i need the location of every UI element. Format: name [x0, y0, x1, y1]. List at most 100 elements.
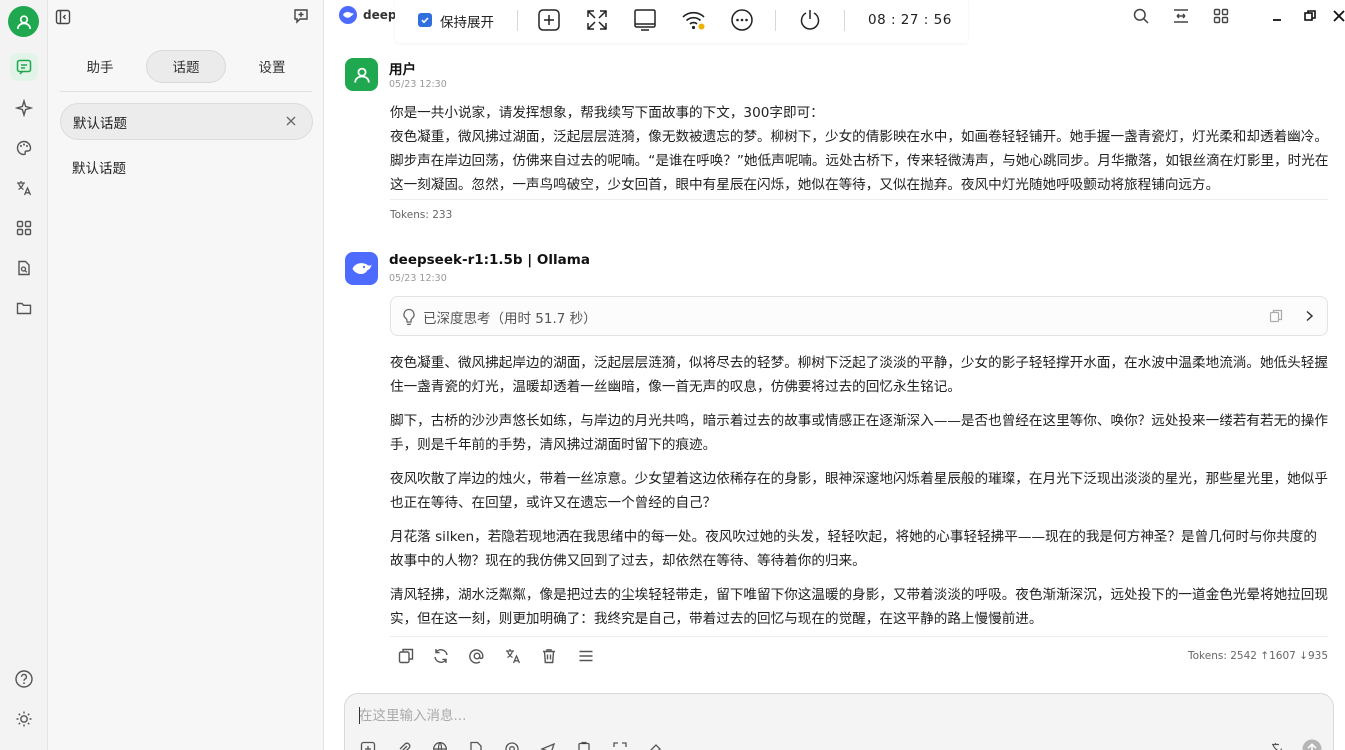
help-icon	[15, 670, 33, 688]
rail-help-button[interactable]	[10, 665, 38, 693]
close-icon[interactable]	[284, 114, 298, 128]
floating-toolbar: 保持展开 08 : 27 : 56	[395, 0, 968, 43]
add-icon	[360, 741, 376, 750]
restore-button[interactable]	[1303, 9, 1317, 23]
close-window-button[interactable]	[1333, 9, 1345, 23]
send-button[interactable]	[1302, 739, 1322, 750]
more-options-button[interactable]	[730, 8, 754, 32]
assistant-sender: deepseek-r1:1.5b | Ollama	[389, 252, 590, 268]
grid-icon	[1213, 8, 1229, 24]
message-paragraph: 夜色凝重，微风拂过湖面，泛起层层涟漪，像无数被遗忘的梦。柳树下，少女的倩影映在水…	[390, 129, 1329, 193]
thinking-panel[interactable]: 已深度思考（用时 51.7 秒）	[390, 296, 1328, 336]
tab-topics[interactable]: 话题	[146, 49, 226, 83]
deepseek-logo-icon	[339, 6, 357, 24]
sidebar-toggle-button[interactable]	[54, 6, 72, 28]
assistant-message-body: 夜色凝重、微风拂起岸边的湖面，泛起层层涟漪，似将尽去的轻梦。柳树下泛起了淡淡的平…	[390, 351, 1330, 631]
quick-phrase-tool[interactable]	[540, 741, 556, 750]
display-button[interactable]	[633, 8, 657, 32]
menu-button[interactable]	[577, 647, 595, 665]
model-tab[interactable]: deeps	[339, 6, 404, 24]
check-icon	[421, 17, 429, 24]
fullscreen-button[interactable]	[585, 8, 609, 32]
user-icon	[353, 67, 370, 83]
rail-agents-button[interactable]	[10, 94, 38, 122]
copy-icon[interactable]	[1269, 309, 1283, 323]
tokens-prompt: ↑1607	[1260, 650, 1296, 662]
rail-translate-button[interactable]	[10, 174, 38, 202]
tabs-divider	[60, 91, 312, 92]
apps-button[interactable]	[1212, 7, 1230, 25]
rail-files-button[interactable]	[10, 254, 38, 282]
message-paragraph: 脚下，古桥的沙沙声悠长如练，与岸边的月光共鸣，暗示着过去的故事或情感正在逐渐深入…	[390, 413, 1328, 453]
grid-icon	[16, 220, 32, 236]
user-message-sender: 用户	[389, 62, 416, 78]
delete-button[interactable]	[540, 647, 558, 665]
left-rail	[0, 0, 48, 750]
message-input[interactable]	[359, 706, 1259, 726]
knowledge-tool[interactable]	[468, 741, 484, 750]
translate-icon	[1272, 743, 1283, 750]
keep-open-checkbox[interactable]	[418, 13, 432, 27]
rail-paint-button[interactable]	[10, 134, 38, 162]
at-sign-icon	[469, 649, 484, 664]
new-topic-icon	[294, 9, 308, 24]
message-paragraph: 你是一共小说家，请发挥想象，帮我续写下面故事的下文，300字即可：	[390, 105, 824, 121]
expand-tool[interactable]	[612, 741, 628, 750]
sidebar-tabs: 助手 话题 设置	[60, 48, 312, 84]
tokens-completion: ↓935	[1299, 650, 1329, 662]
minimize-button[interactable]	[1270, 9, 1284, 23]
search-button[interactable]	[1132, 7, 1150, 25]
add-window-button[interactable]	[537, 8, 561, 32]
clipboard-tool[interactable]	[576, 741, 592, 750]
message-divider	[390, 636, 1328, 637]
power-button[interactable]	[798, 8, 822, 32]
message-divider	[390, 199, 1328, 200]
tab-assistant[interactable]: 助手	[60, 50, 140, 83]
rail-folder-button[interactable]	[10, 294, 38, 322]
tab-settings[interactable]: 设置	[232, 50, 312, 83]
attach-tool[interactable]	[396, 741, 412, 750]
send-icon	[540, 742, 556, 750]
expand-icon	[613, 742, 627, 747]
narrow-mode-button[interactable]	[1172, 7, 1190, 25]
message-paragraph: 月花落 silken，若隐若现地洒在我思绪中的每一处。夜风吹过她的头发，轻轻吹起…	[390, 529, 1317, 569]
search-icon	[1133, 8, 1149, 24]
regenerate-button[interactable]	[432, 647, 450, 665]
translate-icon	[506, 649, 521, 664]
user-message-avatar	[345, 58, 378, 91]
clear-tool[interactable]	[648, 741, 664, 750]
translate-input-tool[interactable]	[1270, 741, 1286, 750]
network-button[interactable]	[681, 8, 707, 32]
more-icon	[731, 9, 753, 31]
topic-list-item[interactable]: 默认话题	[72, 157, 126, 177]
translate-button[interactable]	[504, 647, 522, 665]
palette-icon	[16, 140, 32, 156]
user-avatar[interactable]	[8, 6, 39, 37]
chevron-right-icon[interactable]	[1303, 309, 1315, 323]
refresh-icon	[434, 649, 448, 663]
mention-model-button[interactable]	[468, 647, 486, 665]
user-icon	[16, 14, 31, 29]
rail-theme-button[interactable]	[10, 705, 38, 733]
clock: 08 : 27 : 56	[868, 12, 952, 28]
message-composer	[344, 693, 1334, 750]
monitor-icon	[634, 9, 656, 31]
web-search-tool[interactable]	[432, 741, 448, 750]
expand-icon	[587, 10, 607, 30]
rail-chat-button[interactable]	[10, 53, 38, 81]
message-paragraph: 夜色凝重、微风拂起岸边的湖面，泛起层层涟漪，似将尽去的轻梦。柳树下泛起了淡淡的平…	[390, 355, 1328, 395]
mcp-tool[interactable]	[504, 741, 520, 750]
rail-apps-button[interactable]	[10, 214, 38, 242]
translate-icon	[17, 181, 32, 196]
deepseek-logo-icon	[352, 262, 371, 274]
copy-button[interactable]	[397, 647, 415, 665]
topics-sidebar: 助手 话题 设置 默认话题 默认话题	[48, 0, 324, 750]
clipboard-icon	[578, 741, 590, 750]
new-topic-button[interactable]	[292, 7, 310, 25]
document-search-icon	[18, 260, 30, 276]
new-topic-tool[interactable]	[360, 741, 376, 750]
topic-selected[interactable]: 默认话题	[60, 103, 313, 140]
add-box-icon	[538, 9, 560, 31]
sidebar-collapse-icon	[55, 9, 71, 25]
paperclip-icon	[399, 742, 411, 750]
